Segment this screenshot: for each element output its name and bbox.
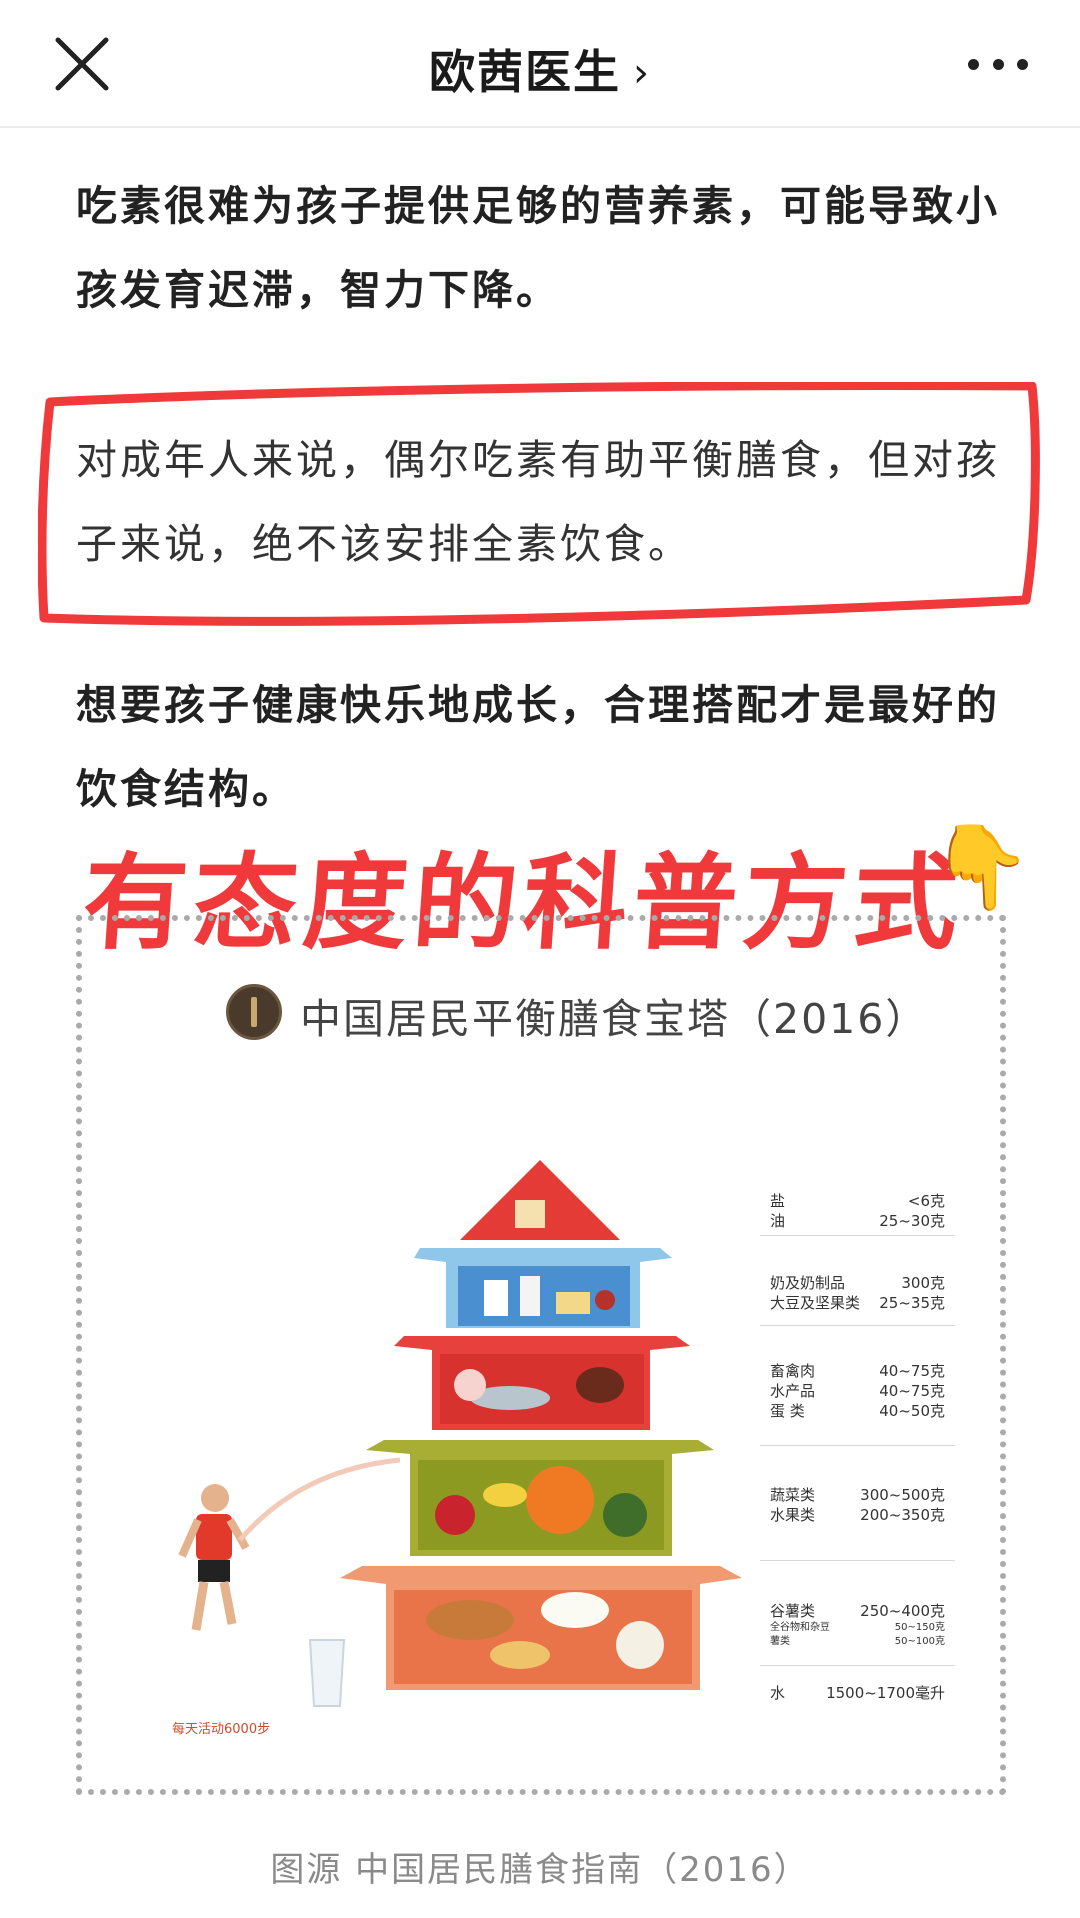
legend-food-name: 畜禽肉 bbox=[770, 1362, 816, 1380]
legend-food-name: 水产品 bbox=[770, 1382, 816, 1400]
activity-label: 每天活动6000步 bbox=[172, 1722, 271, 1737]
legend-food-name: 薯类 bbox=[770, 1636, 790, 1647]
legend-food-amount: 40~75克 bbox=[879, 1382, 945, 1400]
legend-divider bbox=[760, 1665, 955, 1666]
legend-food-name: 奶及奶制品 bbox=[770, 1274, 846, 1292]
legend-food-amount: 1500~1700毫升 bbox=[826, 1684, 945, 1702]
legend-food-name: 全谷物和杂豆 bbox=[770, 1622, 830, 1633]
legend-divider bbox=[760, 1325, 955, 1326]
legend-divider bbox=[760, 1560, 955, 1561]
legend-food-amount: 50~150克 bbox=[894, 1622, 945, 1633]
runner-figure bbox=[178, 1484, 250, 1631]
legend-food-amount: 300克 bbox=[901, 1274, 945, 1292]
legend-food-amount: 40~50克 bbox=[879, 1402, 945, 1420]
legend-divider bbox=[760, 1235, 955, 1236]
legend-food-name: 油 bbox=[770, 1212, 786, 1230]
legend-food-name: 水 bbox=[770, 1684, 786, 1702]
legend-food-amount: 200~350克 bbox=[860, 1506, 945, 1524]
legend-food-name: 蔬菜类 bbox=[770, 1486, 816, 1504]
legend-food-name: 水果类 bbox=[770, 1506, 816, 1524]
legend-food-name: 蛋 类 bbox=[770, 1402, 805, 1420]
legend-divider bbox=[760, 1445, 955, 1446]
legend-food-amount: <6克 bbox=[907, 1192, 945, 1210]
legend-food-name: 盐 bbox=[770, 1192, 786, 1210]
legend-food-amount: 300~500克 bbox=[860, 1486, 945, 1504]
legend-food-amount: 25~30克 bbox=[879, 1212, 945, 1230]
image-caption: 图源 中国居民膳食指南（2016） bbox=[270, 1850, 810, 1890]
water-glass-icon bbox=[308, 1639, 346, 1707]
legend-food-amount: 25~35克 bbox=[879, 1294, 945, 1312]
legend-food-name: 大豆及坚果类 bbox=[770, 1294, 861, 1312]
legend-food-amount: 40~75克 bbox=[879, 1362, 945, 1380]
legend-food-amount: 50~100克 bbox=[894, 1636, 945, 1647]
